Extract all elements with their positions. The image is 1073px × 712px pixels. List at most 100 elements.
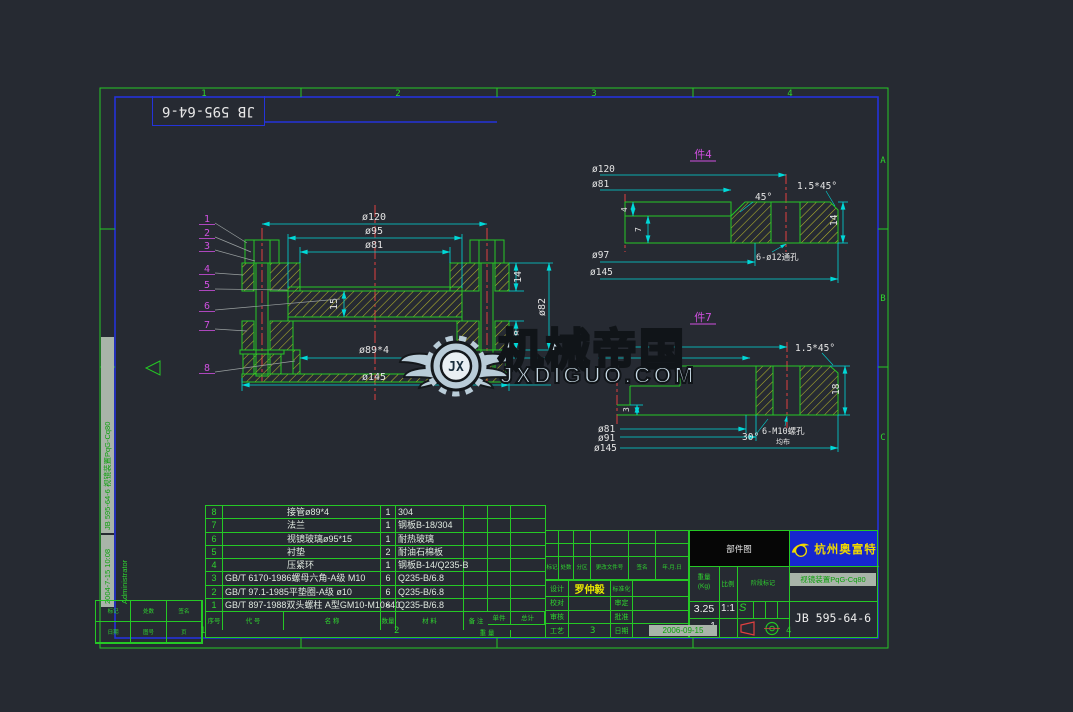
company-swoosh-icon: [789, 539, 811, 559]
weight-unit: (Kg): [689, 583, 719, 590]
balloon-4: 4: [204, 264, 210, 275]
rev-cell: [656, 531, 688, 544]
scale-value: 1:1: [719, 603, 737, 614]
d4-dim-d81: ø81: [592, 179, 609, 190]
part-desc: 接管ø89*4: [223, 506, 381, 519]
rev-header: 签名: [629, 557, 656, 580]
scale-label: 比例: [719, 578, 737, 588]
part-total-weight: [488, 586, 511, 599]
part-total-weight: [488, 506, 511, 519]
part-material: 304: [396, 506, 464, 519]
doc-type-label: 部件图: [726, 543, 752, 555]
dim-d120: ø120: [362, 212, 386, 223]
plot-stamp-drawing-id: JB 595-64-6 视镜装置PqG-Cq80: [101, 337, 114, 533]
zone-label-bottom: 3: [590, 626, 595, 636]
part-unit-weight: [464, 572, 488, 585]
part-no: 4: [206, 559, 223, 572]
parts-list-table: 8 接管ø89*4 1 304 7 法兰 1 钢板B-18/304 6 视镜玻璃…: [205, 505, 546, 638]
part-name: 法兰: [225, 519, 305, 531]
part-qty: 1: [381, 519, 396, 532]
rev-header: 更改文件号: [591, 557, 629, 580]
part-remark: [511, 506, 545, 519]
part-material: 钢板B-14/Q235-B: [396, 559, 464, 572]
rev-cell: [546, 531, 559, 544]
part-material: Q235-B/6.8: [396, 572, 464, 585]
divider: [689, 531, 690, 637]
divider: [689, 618, 789, 619]
balloon-8: 8: [204, 363, 210, 374]
cad-drawing-page: 1 2 3 4 A B C: [0, 0, 1073, 712]
divider: [753, 601, 754, 618]
part-no: 3: [206, 572, 223, 585]
table-row: 6 视镜玻璃ø95*15 1 耐热玻璃: [206, 533, 545, 546]
zone-label-top: 4: [787, 89, 792, 99]
plot-stamp-date: 2004-7-15 10:08: [101, 535, 114, 607]
corner-cell: 处数: [131, 601, 166, 622]
sign-label: 设计: [546, 581, 569, 597]
part-material: Q235-B/6.8: [396, 586, 464, 599]
part-name: 接管ø89*4: [225, 506, 329, 518]
drawing-title: 视镜装置PqG-Cq80: [790, 573, 876, 586]
sign-label: 工艺: [546, 624, 569, 638]
divider: [689, 566, 879, 567]
part-desc: 压紧环: [223, 559, 381, 572]
sign-label: 标准化: [611, 581, 633, 597]
d4-dim-7: 7: [634, 227, 643, 232]
corner-cell: 签名: [167, 601, 202, 622]
part-qty: 1: [381, 533, 396, 546]
balloon-3: 3: [204, 241, 210, 252]
weight-value: 3.25: [689, 603, 719, 615]
d4-dim-14: 14: [829, 214, 840, 226]
part-qty: 2: [381, 546, 396, 559]
part-no: 5: [206, 546, 223, 559]
part-material: 耐热玻璃: [396, 533, 464, 546]
part-unit-weight: [464, 519, 488, 532]
dim-t14: 14: [513, 271, 524, 283]
part-unit-weight: [464, 586, 488, 599]
part-code: GB/T 97.1-1985: [225, 587, 289, 597]
date-cell: 2006-09-15: [633, 624, 689, 638]
d7-dim-3: 3: [622, 407, 631, 412]
part-no: 6: [206, 533, 223, 546]
watermark-logo-icon: JX: [398, 320, 514, 400]
zone-label-right: B: [880, 294, 885, 304]
balloon-7: 7: [204, 320, 210, 331]
part-no: 1: [206, 599, 223, 612]
header-code: 代 号: [223, 612, 284, 630]
d4-dim-45: 45°: [755, 192, 772, 203]
watermark-monogram: JX: [448, 360, 464, 375]
part-qty: 6: [381, 586, 396, 599]
company-logo-cell: 杭州奥富特: [789, 531, 877, 566]
corner-cell: 日期: [96, 622, 131, 643]
detail-view-part4: 件4 ø120 ø81 45°: [590, 148, 848, 283]
designer-name: 罗仲毅: [569, 581, 611, 597]
header-weight: 重 量: [464, 630, 511, 637]
part-code: GB/T 6170-1986: [225, 573, 291, 583]
part-name: 平垫圈-A级 ø10: [289, 587, 352, 597]
divider: [789, 601, 877, 602]
d4-dim-holes: 6-ø12通孔: [756, 252, 799, 263]
part-total-weight: [488, 519, 511, 532]
part-total-weight: [488, 533, 511, 546]
zone-label-bottom: 4: [786, 626, 791, 636]
part-no: 8: [206, 506, 223, 519]
watermark-domain-text: JXDIGUO.COM: [500, 362, 697, 389]
part-no: 2: [206, 586, 223, 599]
table-row: 1 GB/T 897-1988双头螺柱 A型GM10-M10×40 6 Q235…: [206, 599, 545, 612]
rev-cell: [629, 544, 656, 557]
balloon-6: 6: [204, 301, 210, 312]
d4-dim-chamfer: 1.5*45°: [797, 181, 837, 192]
rev-cell: [574, 544, 591, 557]
part-material: 耐油石棉板: [396, 546, 464, 559]
d7-dim-30: 30°: [742, 432, 759, 443]
sign-label: 日期: [611, 624, 633, 638]
sheet-number-stamp: JB 595-64-6: [152, 96, 265, 126]
balloon-5: 5: [204, 280, 210, 291]
sign-label: 校对: [546, 597, 569, 611]
part-unit-weight: [464, 506, 488, 519]
part-desc: GB/T 97.1-1985平垫圈-A级 ø10: [223, 586, 381, 599]
part-name: 压紧环: [225, 559, 314, 571]
part-name: 衬垫: [225, 546, 305, 558]
watermark: JX 机械帝国 JXDIGUO.COM: [398, 314, 698, 402]
d4-dim-d97: ø97: [592, 250, 609, 261]
